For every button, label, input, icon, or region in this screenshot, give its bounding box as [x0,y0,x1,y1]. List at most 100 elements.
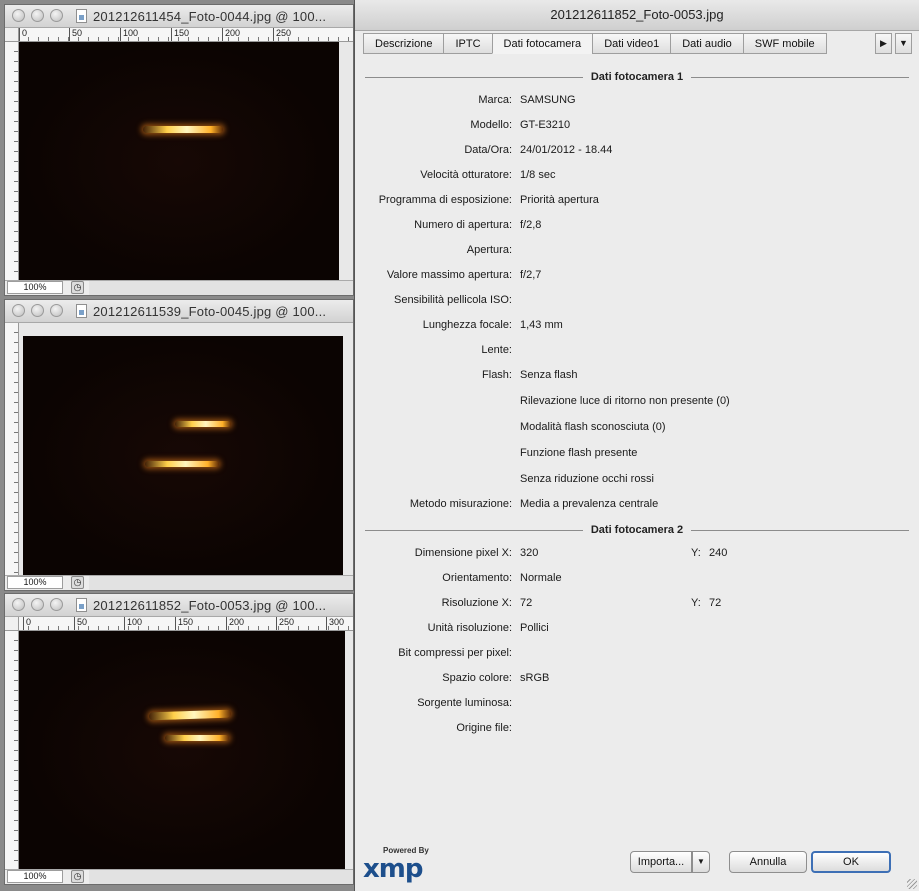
ok-button[interactable]: OK [811,851,891,873]
field-row: Apertura: [355,244,919,260]
horizontal-scrollbar[interactable] [89,281,353,295]
field-row: Origine file: [355,722,919,738]
ruler-tick: 100 [120,28,138,41]
field-value: Normale [520,572,562,584]
field-row: Senza riduzione occhi rossi [355,473,919,489]
field-label: Origine file: [456,722,512,734]
window-titlebar[interactable]: 201212611852_Foto-0053.jpg @ 100... [5,594,353,617]
field-value: Senza flash [520,369,578,381]
field-value: Media a prevalenza centrale [520,498,659,510]
field-row: Flash: Senza flash [355,369,919,385]
image-canvas[interactable] [19,631,345,871]
field-value: 24/01/2012 - 18.44 [520,144,613,156]
field-row: Programma di esposizione: Priorità apertu… [355,194,919,210]
field-label: Apertura: [466,244,512,256]
status-menu-icon[interactable]: ◷ [71,870,84,883]
field-label: Flash: [482,369,512,381]
file-info-dialog: 201212611852_Foto-0053.jpg Descrizione I… [354,0,919,891]
resize-grip-icon[interactable] [907,879,917,889]
field-value: Priorità apertura [520,194,599,206]
field-label: Valore massimo apertura: [386,269,512,281]
import-dropdown-chevron-down-icon[interactable]: ▼ [692,851,710,873]
field-label: Bit compressi per pixel: [398,647,512,659]
zoom-window-button[interactable] [50,598,63,611]
ruler-tick: 150 [171,28,189,41]
close-window-button[interactable] [12,598,25,611]
close-window-button[interactable] [12,9,25,22]
field-row: Bit compressi per pixel: [355,647,919,663]
tab-iptc[interactable]: IPTC [443,33,492,54]
zoom-level-field[interactable]: 100% [7,576,63,589]
field-label: Metodo misurazione: [409,498,512,510]
field-row: Risoluzione X: 72 Y: 72 [355,597,919,613]
window-title: 201212611539_Foto-0045.jpg @ 100... [93,304,327,319]
zoom-window-button[interactable] [50,9,63,22]
image-window-3: 201212611852_Foto-0053.jpg @ 100... 0 50… [4,593,354,885]
ruler-corner [5,28,19,42]
horizontal-scrollbar[interactable] [89,576,353,590]
zoom-level-field[interactable]: 100% [7,870,63,883]
tab-descrizione[interactable]: Descrizione [363,33,444,54]
status-menu-icon[interactable]: ◷ [71,281,84,294]
field-row: Dimensione pixel X: 320 Y: 240 [355,547,919,563]
horizontal-scrollbar[interactable] [89,870,353,884]
field-label: Numero di apertura: [414,219,512,231]
image-window-1: 201212611454_Foto-0044.jpg @ 100... 0 50… [4,4,354,296]
field-row: Valore massimo apertura: f/2,7 [355,269,919,285]
section-title: Dati fotocamera 1 [590,71,684,83]
window-titlebar[interactable]: 201212611539_Foto-0045.jpg @ 100... [5,300,353,323]
field-label: Spazio colore: [442,672,512,684]
field-label: Lente: [481,344,512,356]
field-value: 1,43 mm [520,319,563,331]
field-value-y: 240 [709,547,728,559]
tab-dati-video1[interactable]: Dati video1 [592,33,671,54]
minimize-window-button[interactable] [31,304,44,317]
window-titlebar[interactable]: 201212611454_Foto-0044.jpg @ 100... [5,5,353,28]
tab-scroll-right-icon[interactable]: ▶ [875,33,892,54]
field-row: Metodo misurazione: Media a prevalenza ce… [355,498,919,514]
field-value: f/2,7 [520,269,542,281]
field-value: Modalità flash sconosciuta (0) [520,421,666,433]
field-value: 72 [520,597,533,609]
xmp-logo-text: xmp [363,854,423,884]
field-value: Funzione flash presente [520,447,638,459]
zoom-level-field[interactable]: 100% [7,281,63,294]
field-label: Sensibilità pellicola ISO: [393,294,512,306]
field-row: Rilevazione luce di ritorno non presente… [355,395,919,411]
tab-swf-mobile[interactable]: SWF mobile [742,33,827,54]
field-row: Modello: GT-E3210 [355,119,919,135]
field-row: Marca: SAMSUNG [355,94,919,110]
field-label-y: Y: [691,547,701,559]
minimize-window-button[interactable] [31,9,44,22]
tab-bar: Descrizione IPTC Dati fotocamera Dati vi… [363,33,827,54]
status-menu-icon[interactable]: ◷ [71,576,84,589]
section-header-camera-1: Dati fotocamera 1 [365,70,909,84]
tab-dati-fotocamera[interactable]: Dati fotocamera [491,33,593,54]
field-value: 320 [520,547,539,559]
light-streak [148,709,232,721]
field-row: Velocità otturatore: 1/8 sec [355,169,919,185]
close-window-button[interactable] [12,304,25,317]
tab-menu-chevron-down-icon[interactable]: ▼ [895,33,912,54]
image-canvas[interactable] [19,42,339,282]
ruler-tick: 100 [124,617,142,630]
field-label: Risoluzione X: [441,597,512,609]
image-canvas[interactable] [23,336,343,576]
field-value-y: 72 [709,597,722,609]
field-label: Sorgente luminosa: [417,697,512,709]
import-button[interactable]: Importa... [630,851,692,873]
horizontal-ruler: 0 50 100 150 200 250 300 [19,617,353,631]
field-value: Pollici [520,622,549,634]
zoom-window-button[interactable] [50,304,63,317]
field-label: Programma di esposizione: [378,194,512,206]
field-row: Modalità flash sconosciuta (0) [355,421,919,437]
minimize-window-button[interactable] [31,598,44,611]
field-value: SAMSUNG [520,94,576,106]
vertical-ruler [5,323,19,576]
dialog-title: 201212611852_Foto-0053.jpg [355,0,919,31]
field-value: sRGB [520,672,550,684]
cancel-button[interactable]: Annulla [729,851,807,873]
field-value: Rilevazione luce di ritorno non presente… [520,395,730,407]
tab-dati-audio[interactable]: Dati audio [670,33,743,54]
document-icon [76,304,87,318]
